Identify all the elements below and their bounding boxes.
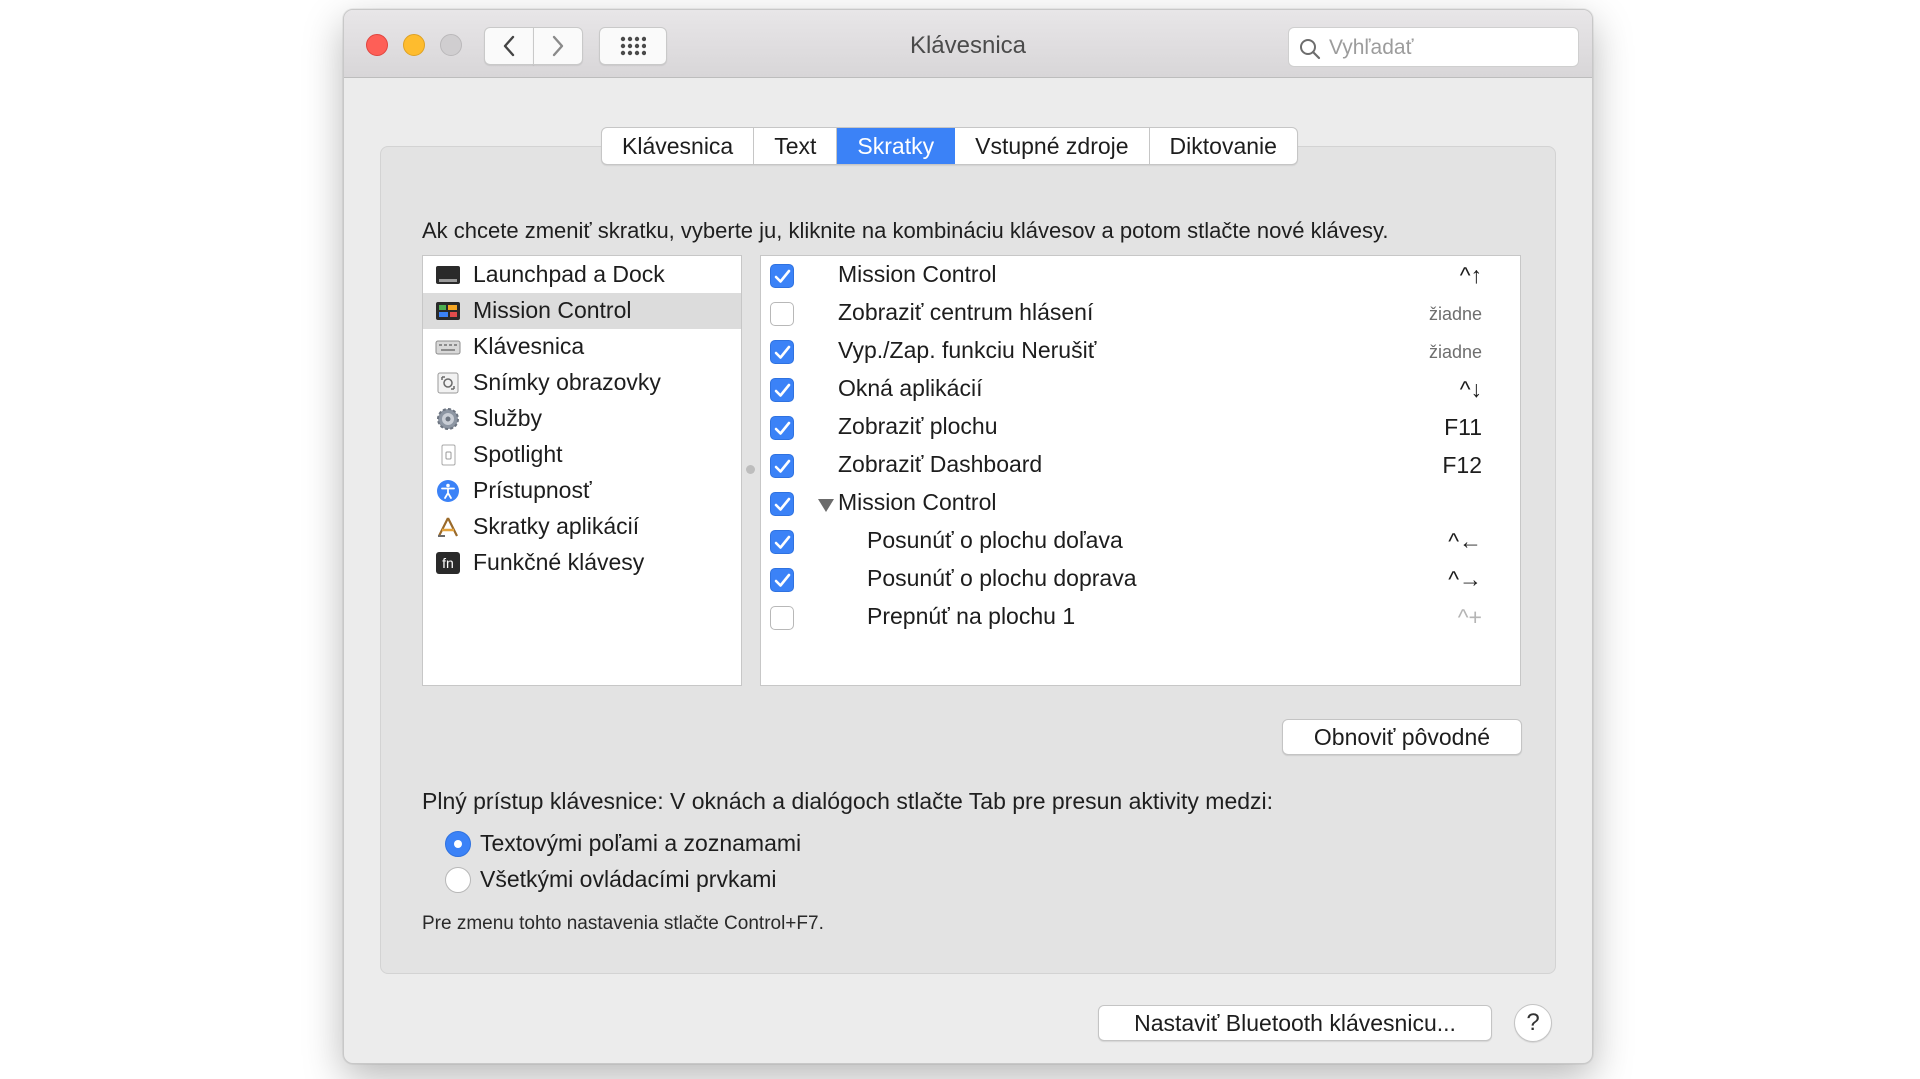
tab-shortcuts[interactable]: Skratky (837, 128, 956, 164)
category-app-shortcuts[interactable]: Skratky aplikácií (423, 509, 741, 545)
category-services[interactable]: Služby (423, 401, 741, 437)
shortcut-row[interactable]: Mission Control ^↑ (761, 257, 1520, 295)
search-field[interactable] (1288, 27, 1579, 67)
tab-keyboard[interactable]: Klávesnica (602, 128, 755, 164)
shortcut-group-row[interactable]: Mission Control (761, 485, 1520, 523)
app-shortcuts-icon (438, 517, 458, 537)
search-icon (1300, 39, 1321, 60)
hint-text: Pre zmenu tohto nastavenia stlačte Contr… (422, 913, 824, 934)
fn-key-icon: fn (436, 552, 460, 574)
shortcut-label: Posunúť o plochu doľava (867, 527, 1123, 553)
shortcut-checkbox[interactable] (770, 606, 794, 630)
shortcut-key[interactable]: žiadne (1429, 304, 1482, 325)
accessibility-icon (437, 480, 459, 502)
keyboard-icon (435, 340, 461, 355)
shortcut-label: Posunúť o plochu doprava (867, 565, 1137, 591)
shortcut-row[interactable]: Zobraziť plochu F11 (761, 409, 1520, 447)
shortcut-row[interactable]: Prepnúť na plochu 1 ^+ (761, 599, 1520, 637)
radio-label: Textovými poľami a zoznamami (480, 830, 802, 856)
tab-dictation[interactable]: Diktovanie (1150, 128, 1297, 164)
search-input[interactable] (1329, 34, 1569, 62)
radio-button[interactable] (445, 867, 471, 893)
shortcut-label: Zobraziť centrum hlásení (838, 299, 1094, 325)
category-label: Mission Control (473, 297, 632, 323)
full-keyboard-access-label: Plný prístup klávesnice: V oknách a dial… (422, 788, 1274, 814)
shortcut-checkbox[interactable] (770, 416, 794, 440)
shortcut-checkbox[interactable] (770, 264, 794, 288)
setup-bluetooth-keyboard-button[interactable]: Nastaviť Bluetooth klávesnicu... (1098, 1005, 1492, 1041)
shortcut-label: Vyp./Zap. funkciu Nerušiť (838, 337, 1097, 363)
category-keyboard[interactable]: Klávesnica (423, 329, 741, 365)
shortcut-key[interactable]: ^↓ (1460, 376, 1482, 403)
shortcut-checkbox[interactable] (770, 530, 794, 554)
shortcut-checkbox[interactable] (770, 340, 794, 364)
radio-all-controls[interactable]: Všetkými ovládacími prvkami (445, 865, 865, 895)
shortcut-label: Prepnúť na plochu 1 (867, 603, 1076, 629)
disclosure-triangle-icon[interactable] (818, 499, 834, 512)
shortcut-checkbox[interactable] (770, 302, 794, 326)
svg-text:fn: fn (442, 555, 454, 571)
shortcut-row[interactable]: Posunúť o plochu doprava ^→ (761, 561, 1520, 599)
restore-defaults-button[interactable]: Obnoviť pôvodné (1282, 719, 1522, 755)
title-bar[interactable]: Klávesnica (344, 10, 1592, 78)
shortcut-label: Zobraziť plochu (838, 413, 998, 439)
shortcut-group-label: Mission Control (838, 489, 997, 515)
category-mission-control[interactable]: Mission Control (423, 293, 741, 329)
launchpad-dock-icon (436, 266, 460, 284)
shortcut-label: Zobraziť Dashboard (838, 451, 1043, 477)
shortcut-row[interactable]: Posunúť o plochu doľava ^← (761, 523, 1520, 561)
tab-text[interactable]: Text (754, 128, 838, 164)
mission-control-icon (436, 302, 460, 320)
shortcut-row[interactable]: Zobraziť centrum hlásení žiadne (761, 295, 1520, 333)
radio-text-fields[interactable]: Textovými poľami a zoznamami (445, 829, 865, 859)
category-label: Klávesnica (473, 333, 585, 359)
category-function-keys[interactable]: fn Funkčné klávesy (423, 545, 741, 581)
shortcut-row[interactable]: Okná aplikácií ^↓ (761, 371, 1520, 409)
category-label: Skratky aplikácií (473, 513, 640, 539)
shortcut-key[interactable]: ^↑ (1460, 262, 1482, 289)
shortcut-list[interactable]: Mission Control ^↑ Zobraziť centrum hlás… (760, 255, 1521, 686)
shortcut-key[interactable]: F11 (1444, 414, 1482, 441)
shortcut-checkbox[interactable] (770, 378, 794, 402)
splitter-handle[interactable] (746, 465, 755, 474)
shortcut-key[interactable]: ^+ (1458, 604, 1482, 631)
shortcut-label: Mission Control (838, 261, 997, 287)
gear-icon (437, 408, 459, 430)
radio-button[interactable] (445, 831, 471, 857)
category-spotlight[interactable]: Spotlight (423, 437, 741, 473)
preferences-window: Klávesnica Klávesnica Text Skratky Vstup… (343, 9, 1593, 1064)
category-screenshots[interactable]: Snímky obrazovky (423, 365, 741, 401)
category-label: Služby (473, 405, 543, 431)
tab-bar: Klávesnica Text Skratky Vstupné zdroje D… (601, 127, 1298, 165)
category-launchpad-dock[interactable]: Launchpad a Dock (423, 257, 741, 293)
category-label: Prístupnosť (473, 477, 592, 503)
radio-label: Všetkými ovládacími prvkami (480, 866, 777, 892)
screenshot-icon (437, 372, 459, 394)
category-label: Spotlight (473, 441, 563, 467)
shortcut-row[interactable]: Zobraziť Dashboard F12 (761, 447, 1520, 485)
category-list[interactable]: Launchpad a Dock Mission Control Klávesn… (422, 255, 742, 686)
shortcut-checkbox[interactable] (770, 454, 794, 478)
shortcut-key[interactable]: žiadne (1429, 342, 1482, 363)
category-label: Launchpad a Dock (473, 261, 665, 287)
category-accessibility[interactable]: Prístupnosť (423, 473, 741, 509)
help-button[interactable]: ? (1514, 1004, 1552, 1042)
tab-input-sources[interactable]: Vstupné zdroje (955, 128, 1150, 164)
shortcut-checkbox[interactable] (770, 568, 794, 592)
instruction-text: Ak chcete zmeniť skratku, vyberte ju, kl… (422, 218, 1389, 243)
shortcut-checkbox[interactable] (770, 492, 794, 516)
spotlight-icon (441, 444, 456, 466)
shortcut-label: Okná aplikácií (838, 375, 983, 401)
shortcut-key[interactable]: F12 (1442, 452, 1482, 479)
shortcut-key[interactable]: ^→ (1448, 566, 1482, 593)
shortcut-key[interactable]: ^← (1448, 528, 1482, 555)
category-label: Funkčné klávesy (473, 549, 645, 575)
category-label: Snímky obrazovky (473, 369, 661, 395)
shortcut-row[interactable]: Vyp./Zap. funkciu Nerušiť žiadne (761, 333, 1520, 371)
